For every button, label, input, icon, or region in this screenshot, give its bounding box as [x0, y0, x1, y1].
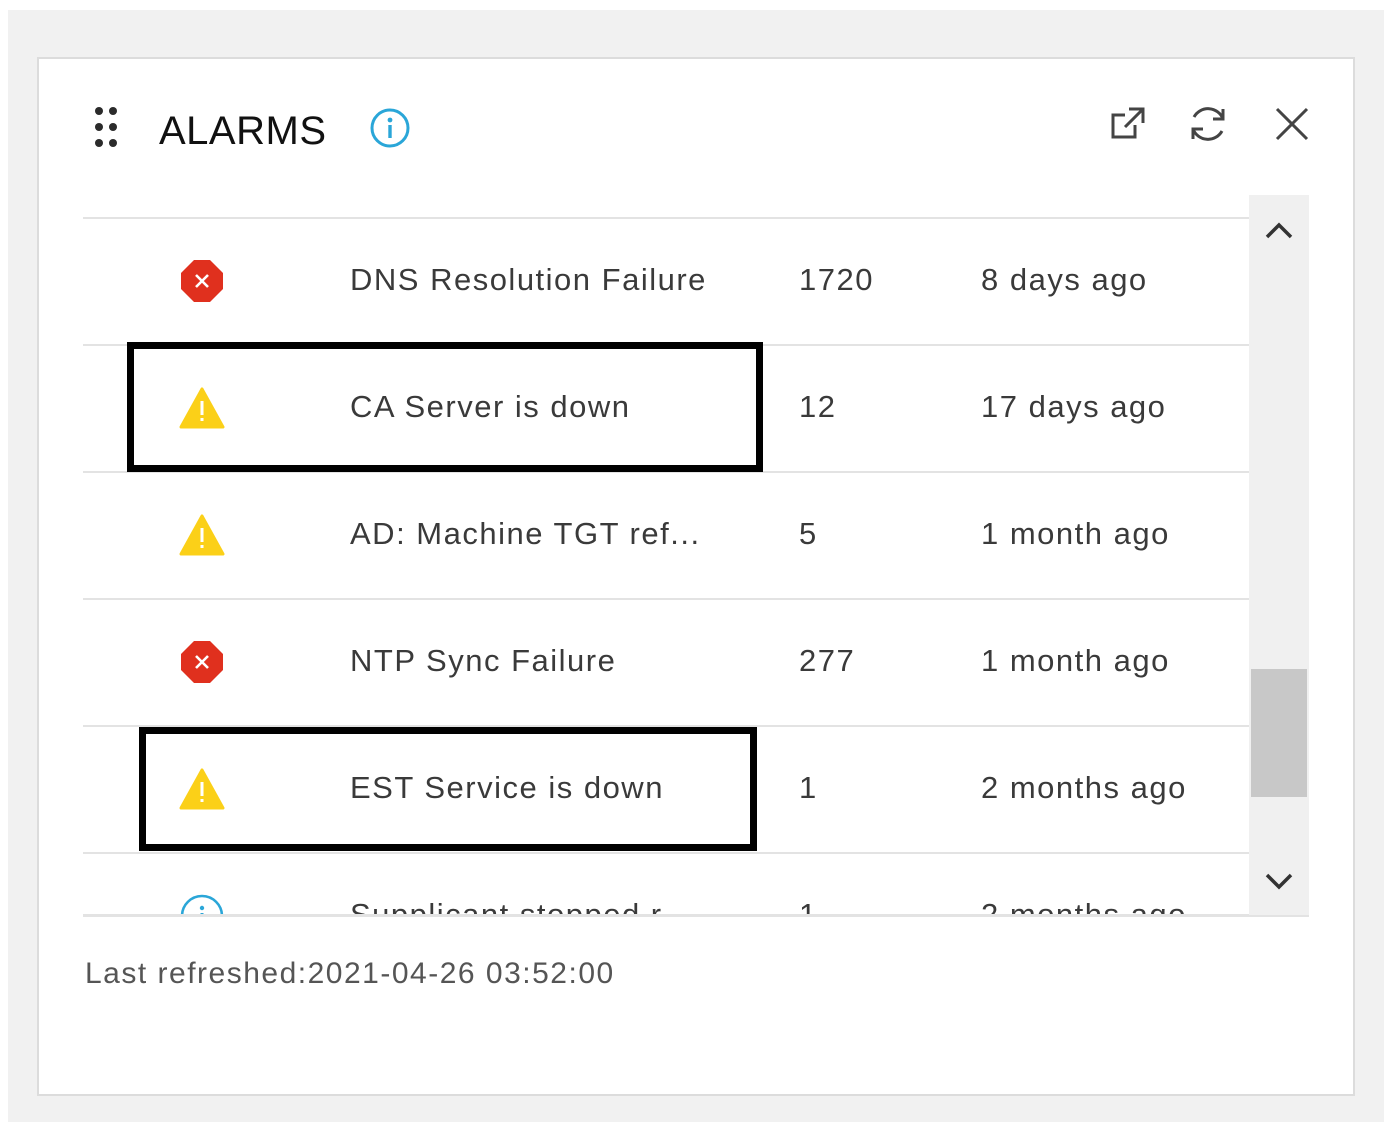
alarm-count: 277	[799, 643, 856, 678]
chevron-up-icon[interactable]	[1259, 211, 1299, 251]
scroll-thumb[interactable]	[1251, 669, 1307, 797]
info-icon[interactable]	[369, 107, 411, 149]
alarm-row[interactable]: EST Service is down 1 2 months ago	[83, 725, 1249, 852]
alarm-name: NTP Sync Failure	[350, 643, 617, 678]
alarm-time: 2 months ago	[981, 770, 1187, 805]
alarm-count: 5	[799, 516, 818, 551]
warning-icon	[179, 512, 225, 558]
alarm-count: 1	[799, 897, 818, 915]
warning-icon	[179, 385, 225, 431]
alarm-name: EST Service is down	[350, 770, 664, 805]
chevron-down-icon[interactable]	[1259, 861, 1299, 901]
last-refreshed-text: Last refreshed:2021-04-26 03:52:00	[85, 957, 615, 990]
alarm-count: 1	[799, 770, 818, 805]
alarm-name: DNS Resolution Failure	[350, 262, 707, 297]
warning-icon	[179, 766, 225, 812]
alarm-time: 1 month ago	[981, 516, 1170, 551]
alarm-row[interactable]: CA Server is down 12 17 days ago	[83, 344, 1249, 471]
alarms-widget: ALARMS DNS Resolution Failure 1720 8 day…	[37, 57, 1355, 1096]
alarm-time: 17 days ago	[981, 389, 1167, 424]
alarm-row[interactable]: DNS Resolution Failure 1720 8 days ago	[83, 217, 1249, 344]
alarm-name: Supplicant stopped r...	[350, 897, 692, 915]
alarm-count: 1720	[799, 262, 874, 297]
critical-icon	[179, 258, 225, 304]
alarm-time: 1 month ago	[981, 643, 1170, 678]
alarm-row[interactable]: NTP Sync Failure 277 1 month ago	[83, 598, 1249, 725]
alarm-list[interactable]: DNS Resolution Failure 1720 8 days ago C…	[83, 195, 1309, 915]
critical-icon	[179, 639, 225, 685]
close-icon[interactable]	[1269, 101, 1315, 147]
widget-title: ALARMS	[159, 109, 327, 153]
info-icon	[179, 893, 225, 915]
list-divider	[83, 914, 1309, 917]
alarm-row[interactable]: Supplicant stopped r... 1 2 months ago	[83, 852, 1249, 915]
alarm-name: AD: Machine TGT ref...	[350, 516, 701, 551]
open-external-icon[interactable]	[1105, 101, 1151, 147]
refresh-icon[interactable]	[1185, 101, 1231, 147]
alarm-row[interactable]: AD: Machine TGT ref... 5 1 month ago	[83, 471, 1249, 598]
vertical-scrollbar[interactable]	[1249, 195, 1309, 915]
drag-handle-icon[interactable]	[95, 107, 123, 157]
alarm-time: 8 days ago	[981, 262, 1148, 297]
alarm-time: 2 months ago	[981, 897, 1187, 915]
alarm-name: CA Server is down	[350, 389, 631, 424]
alarm-count: 12	[799, 389, 837, 424]
